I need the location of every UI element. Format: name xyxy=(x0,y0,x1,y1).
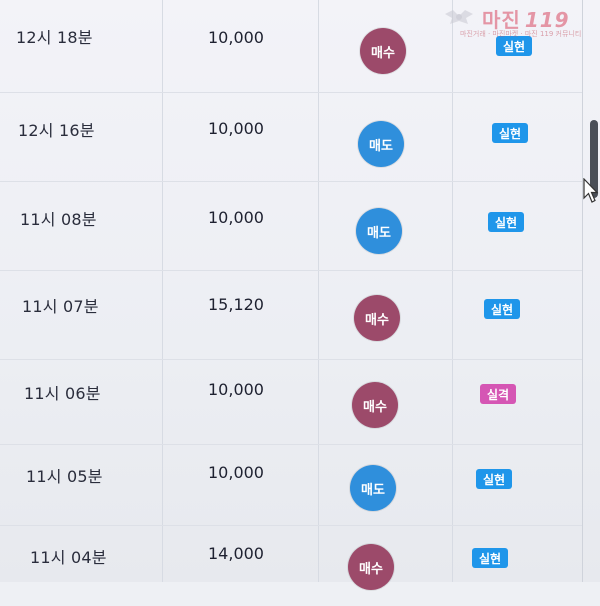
table-row[interactable]: 11시 04분 14,000 매수 실현 xyxy=(0,526,582,606)
result-badge: 실현 xyxy=(488,212,525,232)
trade-action-badge: 매도 xyxy=(350,465,396,511)
trade-amount: 15,120 xyxy=(208,295,264,314)
trade-time: 11시 05분 xyxy=(26,467,103,486)
result-badge: 실현 xyxy=(472,548,509,568)
trade-action-badge: 매수 xyxy=(354,295,400,341)
trade-action-badge: 매수 xyxy=(348,544,394,590)
result-badge: 실격 xyxy=(480,384,517,404)
trade-time: 12시 16분 xyxy=(18,121,95,140)
trade-history-table: 12시 18분 10,000 매수 실현 12시 16분 10,000 매도 실… xyxy=(0,0,582,606)
trade-action-badge: 매수 xyxy=(360,28,406,74)
eagle-emblem-icon xyxy=(445,10,473,24)
trade-time: 11시 08분 xyxy=(20,210,97,229)
trade-amount: 10,000 xyxy=(208,463,264,482)
mouse-pointer-icon xyxy=(583,178,599,203)
trade-time: 11시 04분 xyxy=(30,548,107,567)
table-row[interactable]: 11시 06분 10,000 매수 실격 xyxy=(0,360,582,445)
result-badge: 실현 xyxy=(484,299,521,319)
trade-action-badge: 매수 xyxy=(352,382,398,428)
trade-amount: 10,000 xyxy=(208,380,264,399)
trade-time: 11시 06분 xyxy=(24,384,101,403)
trade-action-badge: 매도 xyxy=(356,208,402,254)
trade-time: 12시 18분 xyxy=(16,28,93,47)
column-divider xyxy=(582,0,583,582)
trade-time: 11시 07분 xyxy=(22,297,99,316)
result-badge: 실현 xyxy=(496,36,533,56)
trade-amount: 10,000 xyxy=(208,28,264,47)
table-row[interactable]: 11시 07분 15,120 매수 실현 xyxy=(0,271,582,360)
trade-action-badge: 매도 xyxy=(358,121,404,167)
watermark-tagline: 마진거래 · 마진마켓 · 마진 119 커뮤니티 xyxy=(460,30,582,38)
result-badge: 실현 xyxy=(492,123,529,143)
trade-amount: 14,000 xyxy=(208,544,264,563)
trade-amount: 10,000 xyxy=(208,208,264,227)
table-row[interactable]: 12시 16분 10,000 매도 실현 xyxy=(0,93,582,182)
watermark-logo: 마진 119 마진거래 · 마진마켓 · 마진 119 커뮤니티 xyxy=(442,4,590,38)
table-row[interactable]: 11시 08분 10,000 매도 실현 xyxy=(0,182,582,271)
table-row[interactable]: 11시 05분 10,000 매도 실현 xyxy=(0,445,582,526)
result-badge: 실현 xyxy=(476,469,513,489)
screen: 12시 18분 10,000 매수 실현 12시 16분 10,000 매도 실… xyxy=(0,0,600,590)
trade-amount: 10,000 xyxy=(208,119,264,138)
